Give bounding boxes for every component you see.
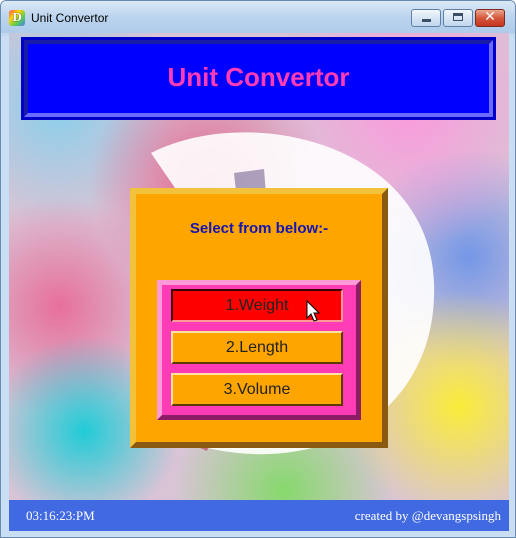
status-bar: 03:16:23:PM created by @devangspsingh xyxy=(9,500,509,531)
selection-panel: Select from below:- 1.Weight 2.Length 3.… xyxy=(130,188,388,448)
app-window: D Unit Convertor ✕ Unit Convertor Select… xyxy=(0,0,516,538)
credit-label: created by @devangspsingh xyxy=(354,508,501,523)
unit-button-group: 1.Weight 2.Length 3.Volume xyxy=(157,280,361,420)
minimize-icon xyxy=(422,19,431,22)
selection-heading: Select from below:- xyxy=(189,220,329,237)
window-title: Unit Convertor xyxy=(31,11,109,25)
minimize-button[interactable] xyxy=(411,9,441,27)
client-area: Unit Convertor Select from below:- 1.Wei… xyxy=(9,33,509,531)
title-bar[interactable]: D Unit Convertor ✕ xyxy=(1,1,515,33)
volume-button[interactable]: 3.Volume xyxy=(171,373,343,406)
mouse-pointer-icon xyxy=(306,300,321,322)
maximize-button[interactable] xyxy=(443,9,473,27)
close-button[interactable]: ✕ xyxy=(475,9,505,27)
length-button[interactable]: 2.Length xyxy=(171,331,343,364)
clock-label: 03:16:23:PM xyxy=(26,508,95,523)
app-logo-icon: D xyxy=(9,10,25,26)
maximize-icon xyxy=(453,13,463,21)
header-banner: Unit Convertor xyxy=(21,37,496,120)
page-title: Unit Convertor xyxy=(167,62,350,92)
close-icon: ✕ xyxy=(484,9,496,25)
